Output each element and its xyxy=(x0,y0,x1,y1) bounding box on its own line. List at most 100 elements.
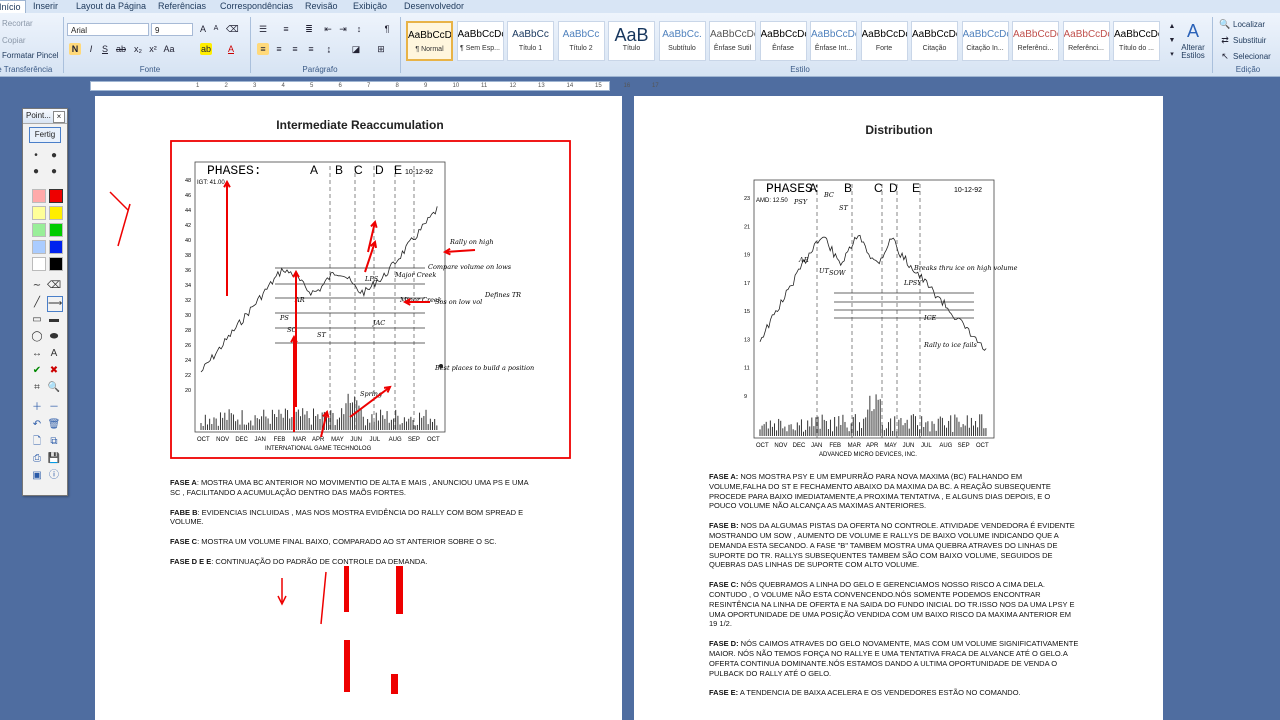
filled-ellipse-icon[interactable]: ⬬ xyxy=(47,330,61,344)
font-color-icon[interactable]: A xyxy=(225,43,237,55)
superscript-icon[interactable]: x² xyxy=(147,43,159,55)
close-icon[interactable]: × xyxy=(53,111,65,123)
show-formatting-icon[interactable]: ¶ xyxy=(381,23,393,35)
save-icon[interactable]: 💾 xyxy=(47,452,61,466)
color-swatch[interactable] xyxy=(49,257,63,271)
style-item[interactable]: AaBbCc Título 2 xyxy=(557,21,605,61)
borders-icon[interactable]: ⊞ xyxy=(375,43,387,55)
find-button[interactable]: Localizar xyxy=(1233,20,1265,29)
change-styles-icon[interactable]: A xyxy=(1183,21,1203,41)
decrease-indent-icon[interactable]: ⇤ xyxy=(322,23,334,35)
style-item[interactable]: AaBbCcDc Citação In... xyxy=(961,21,1009,61)
undo-icon[interactable]: ↶ xyxy=(30,418,44,432)
justify-icon[interactable]: ≡ xyxy=(305,43,317,55)
align-left-icon[interactable]: ≡ xyxy=(257,43,269,55)
delete-icon[interactable]: 🗑 xyxy=(47,418,61,432)
color-swatch[interactable] xyxy=(32,240,46,254)
copy-icon[interactable]: ⧉ xyxy=(47,435,61,449)
pen-medium-icon[interactable]: ● xyxy=(29,165,43,179)
tab-insert[interactable]: Inserir xyxy=(33,0,58,13)
horizontal-ruler[interactable]: 1 2 3 4 5 6 7 8 9 10 11 12 13 14 15 16 17 xyxy=(90,81,659,91)
style-item[interactable]: AaBbCcDc Referênci... xyxy=(1012,21,1059,61)
gallery-down-icon[interactable]: ▼ xyxy=(1166,35,1178,47)
style-item[interactable]: AaB Título xyxy=(608,21,655,61)
new-page-icon[interactable]: 🗋 xyxy=(30,435,44,449)
tab-mailings[interactable]: Correspondências xyxy=(220,0,293,13)
shrink-font-icon[interactable]: A xyxy=(210,23,222,35)
freehand-icon[interactable]: ∼ xyxy=(30,279,44,293)
style-item[interactable]: AaBbCcDc ¶ Sem Esp... xyxy=(456,21,504,61)
pointer-tool-palette[interactable]: Point... × Fertig • ● ● ● ∼ ⌫ ╱ ⟶ ▭ ▬ ◯ ⬬ ↔ A ✔ ✖ ⌗ 🔍 ＋－ ↶ 🗑… xyxy=(22,108,68,496)
tab-developer[interactable]: Desenvolvedor xyxy=(404,0,464,13)
copy-button[interactable]: Copiar xyxy=(2,36,26,45)
gallery-more-icon[interactable]: ▾ xyxy=(1166,49,1178,61)
color-swatch[interactable] xyxy=(49,189,63,203)
eraser-icon[interactable]: ⌫ xyxy=(47,279,61,293)
align-center-icon[interactable]: ≡ xyxy=(273,43,285,55)
bullets-icon[interactable]: ☰ xyxy=(257,23,269,35)
tab-page-layout[interactable]: Layout da Página xyxy=(76,0,146,13)
grow-font-icon[interactable]: A xyxy=(197,23,209,35)
zoom-icon[interactable]: 🔍 xyxy=(47,381,61,395)
pen-thin-icon[interactable]: • xyxy=(29,149,43,163)
color-swatch[interactable] xyxy=(32,223,46,237)
style-item[interactable]: AaBbCcDc Ênfase Int... xyxy=(810,21,857,61)
align-right-icon[interactable]: ≡ xyxy=(289,43,301,55)
sort-icon[interactable]: ↕ xyxy=(353,23,365,35)
cut-button[interactable]: Recortar xyxy=(2,19,33,28)
minus-icon[interactable]: － xyxy=(47,401,61,415)
line-spacing-icon[interactable]: ↨ xyxy=(323,43,335,55)
tab-home[interactable]: Início xyxy=(0,0,26,14)
clear-format-icon[interactable]: ⌫ xyxy=(226,23,239,35)
cross-icon[interactable]: ✖ xyxy=(47,364,61,378)
line-icon[interactable]: ╱ xyxy=(30,296,44,310)
pen-thick-icon[interactable]: ● xyxy=(47,165,61,179)
replace-icon[interactable]: ⇄ xyxy=(1219,34,1231,46)
style-item[interactable]: AaBbCcDc Citação xyxy=(911,21,958,61)
highlight-icon[interactable]: ab xyxy=(200,43,212,55)
color-swatch[interactable] xyxy=(49,240,63,254)
font-size-combo[interactable]: 9 xyxy=(151,23,193,36)
style-item[interactable]: AaBbCc Título 1 xyxy=(507,21,554,61)
increase-indent-icon[interactable]: ⇥ xyxy=(337,23,349,35)
replace-button[interactable]: Substituir xyxy=(1233,36,1266,45)
check-icon[interactable]: ✔ xyxy=(30,364,44,378)
gallery-up-icon[interactable]: ▲ xyxy=(1166,21,1178,33)
style-item[interactable]: AaBbCcDc Ênfase Sutil xyxy=(709,21,756,61)
tab-review[interactable]: Revisão xyxy=(305,0,338,13)
color-swatch[interactable] xyxy=(32,257,46,271)
color-swatch[interactable] xyxy=(49,223,63,237)
style-item[interactable]: AaBbCcDc Referênci... xyxy=(1062,21,1110,61)
color-swatch[interactable] xyxy=(49,206,63,220)
style-item[interactable]: AaBbCcDc Forte xyxy=(860,21,908,61)
select-icon[interactable]: ↖ xyxy=(1219,50,1231,62)
style-item[interactable]: AaBbCcDc Ênfase xyxy=(759,21,807,61)
double-arrow-icon[interactable]: ↔ xyxy=(30,347,44,361)
plus-icon[interactable]: ＋ xyxy=(30,401,44,415)
numbering-icon[interactable]: ≡ xyxy=(280,23,292,35)
select-button[interactable]: Selecionar xyxy=(1233,52,1271,61)
format-painter-button[interactable]: Formatar Pincel xyxy=(2,51,58,60)
pen-dot-icon[interactable]: ● xyxy=(47,149,61,163)
font-name-combo[interactable]: Arial xyxy=(67,23,149,36)
italic-icon[interactable]: I xyxy=(85,43,97,55)
underline-icon[interactable]: S xyxy=(99,43,111,55)
strikethrough-icon[interactable]: ab xyxy=(115,43,127,55)
subscript-icon[interactable]: x₂ xyxy=(132,43,144,55)
style-item[interactable]: AaBbCc. Subtítulo xyxy=(658,21,706,61)
change-styles-button[interactable]: Alterar Estilos xyxy=(1180,44,1206,60)
info-icon[interactable]: ⓘ xyxy=(47,469,61,483)
finish-button[interactable]: Fertig xyxy=(29,127,61,143)
tab-references[interactable]: Referências xyxy=(158,0,206,13)
multilevel-list-icon[interactable]: ≣ xyxy=(303,23,315,35)
print-icon[interactable]: ⎙ xyxy=(30,452,44,466)
rectangle-icon[interactable]: ▭ xyxy=(30,313,44,327)
style-item[interactable]: AaBbCcDc Título do ... xyxy=(1113,21,1160,61)
ellipse-icon[interactable]: ◯ xyxy=(30,330,44,344)
filled-rect-icon[interactable]: ▬ xyxy=(47,313,61,327)
color-swatch[interactable] xyxy=(32,206,46,220)
tab-view[interactable]: Exibição xyxy=(353,0,387,13)
screenshot-icon[interactable]: ▣ xyxy=(30,469,44,483)
shading-icon[interactable]: ◪ xyxy=(350,43,362,55)
bold-icon[interactable]: N xyxy=(69,43,81,55)
